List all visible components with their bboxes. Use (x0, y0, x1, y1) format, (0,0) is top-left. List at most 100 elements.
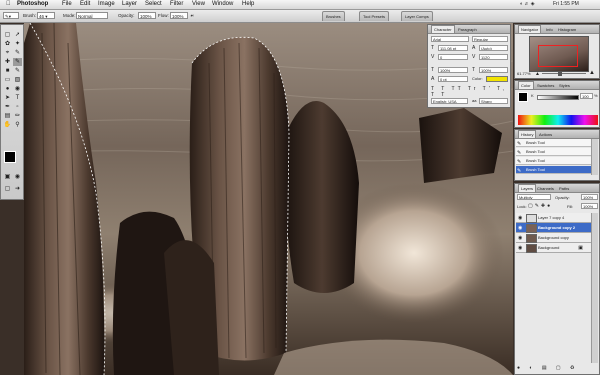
menu-help[interactable]: Help (242, 1, 254, 8)
opacity-input[interactable]: 100% (138, 12, 156, 19)
menu-edit[interactable]: Edit (80, 1, 90, 8)
layer-row[interactable]: ◉ Background copy (516, 233, 591, 243)
type-tool-icon[interactable]: T (13, 94, 22, 102)
kerning-input[interactable]: 0 (438, 54, 468, 60)
healing-brush-tool-icon[interactable]: ✚ (3, 58, 12, 66)
quick-mask-icon[interactable]: ◉ (13, 173, 22, 181)
magic-wand-tool-icon[interactable]: ✦ (13, 40, 22, 48)
apple-menu-icon[interactable]:  (6, 1, 11, 8)
move-tool-icon[interactable]: ➚ (13, 31, 22, 39)
menu-window[interactable]: Window (212, 1, 233, 8)
layers-footer-buttons[interactable]: ● ◐ ▤ ▢ ♻ (517, 365, 597, 372)
vertical-scale-input[interactable]: 100% (438, 67, 468, 73)
visibility-icon[interactable]: ◉ (518, 235, 524, 241)
eraser-tool-icon[interactable]: ▭ (3, 76, 12, 84)
zoom-slider-thumb[interactable] (558, 71, 562, 76)
well-tab-layer-comps[interactable]: Layer Comps (401, 11, 433, 21)
channel-value-input[interactable]: 100 (580, 93, 593, 99)
gradient-tool-icon[interactable]: ▧ (13, 76, 22, 84)
menu-image[interactable]: Image (98, 1, 115, 8)
dodge-tool-icon[interactable]: ◉ (13, 85, 22, 93)
font-style-select[interactable]: Regular (472, 36, 508, 42)
brush-tool-icon[interactable]: ✎ (13, 58, 22, 66)
visibility-icon[interactable]: ◉ (518, 225, 524, 231)
history-item[interactable]: Brush Tool (516, 148, 591, 156)
text-color-swatch[interactable] (486, 76, 508, 82)
tab-paragraph[interactable]: Paragraph (456, 26, 479, 33)
mode-select[interactable]: Normal (76, 12, 108, 19)
status-menu-icons[interactable]: ◐ ♬ ◈ (520, 1, 535, 8)
notes-tool-icon[interactable]: ▤ (3, 112, 12, 120)
layer-row[interactable]: ◉ Background ▣ (516, 243, 591, 253)
tracking-input[interactable]: 1120 (479, 54, 508, 60)
menu-app-photoshop[interactable]: Photoshop (17, 1, 48, 8)
font-family-select[interactable]: Arial (431, 36, 469, 42)
tab-actions[interactable]: Actions (537, 131, 554, 138)
color-ramp[interactable] (518, 115, 598, 125)
menu-clock[interactable]: Fri 1:55 PM (553, 1, 579, 8)
path-selection-tool-icon[interactable]: ➤ (3, 94, 12, 102)
screen-mode-icon[interactable]: ▢ (3, 185, 12, 193)
tab-histogram[interactable]: Histogram (556, 26, 578, 33)
well-tab-tool-presets[interactable]: Tool Presets (359, 11, 390, 21)
well-tab-brushes[interactable]: Brushes (322, 11, 345, 21)
zoom-tool-icon[interactable]: ⚲ (13, 121, 22, 129)
tab-layers[interactable]: Layers (518, 184, 537, 192)
history-scrollbar[interactable] (591, 139, 598, 175)
visibility-icon[interactable]: ◉ (518, 215, 524, 221)
zoom-slider[interactable] (542, 71, 586, 76)
layer-row-selected[interactable]: ◉ Background copy 2 (516, 223, 591, 233)
menu-layer[interactable]: Layer (122, 1, 137, 8)
pen-tool-icon[interactable]: ✒ (3, 103, 12, 111)
layer-opacity-input[interactable]: 100% (581, 194, 598, 200)
blur-tool-icon[interactable]: ● (3, 85, 12, 93)
text-style-buttons[interactable]: T T TT Tr T' T, T T (431, 86, 508, 98)
hand-tool-icon[interactable]: ✋ (3, 121, 12, 129)
tab-navigator[interactable]: Navigator (518, 25, 542, 33)
brush-picker[interactable]: 46 ▾ (37, 12, 55, 19)
flow-input[interactable]: 100% (170, 12, 188, 19)
tab-history[interactable]: History (518, 130, 537, 138)
tab-channels[interactable]: Channels (535, 185, 556, 192)
marquee-tool-icon[interactable]: ▢ (3, 31, 12, 39)
zoom-in-icon[interactable]: ▲ (589, 70, 595, 76)
tab-swatches[interactable]: Swatches (535, 82, 556, 89)
channel-slider[interactable] (537, 95, 579, 100)
jump-to-imageready-icon[interactable]: ➜ (13, 185, 22, 193)
leading-input[interactable]: (Auto) (479, 45, 508, 51)
shape-tool-icon[interactable]: ▫ (13, 103, 22, 111)
lock-icons[interactable]: ▢✎✚● (528, 203, 552, 209)
layers-scrollbar[interactable] (591, 213, 598, 363)
anti-alias-select[interactable]: Sharp (479, 98, 508, 104)
tab-paths[interactable]: Paths (557, 185, 571, 192)
tab-character[interactable]: Character (431, 25, 455, 33)
menu-file[interactable]: File (62, 1, 72, 8)
tool-preset-picker[interactable]: ✎▾ (3, 12, 19, 19)
navigator-thumbnail[interactable] (529, 36, 589, 72)
blend-mode-select[interactable]: Multiply (517, 194, 551, 200)
visibility-icon[interactable]: ◉ (518, 245, 524, 251)
layer-row[interactable]: ◉ Layer 7 copy 4 (516, 213, 591, 223)
history-brush-tool-icon[interactable]: ✎ (13, 67, 22, 75)
baseline-shift-input[interactable]: 0 pt (438, 76, 468, 82)
history-item[interactable]: Brush Tool (516, 157, 591, 165)
tab-color[interactable]: Color (518, 81, 534, 89)
tab-styles[interactable]: Styles (557, 82, 572, 89)
clone-stamp-tool-icon[interactable]: ■ (3, 67, 12, 75)
menu-select[interactable]: Select (145, 1, 162, 8)
menu-view[interactable]: View (192, 1, 205, 8)
slice-tool-icon[interactable]: ✎ (13, 49, 22, 57)
font-size-input[interactable]: 111.08 pt (438, 45, 468, 51)
standard-mode-icon[interactable]: ▣ (3, 173, 12, 181)
zoom-out-icon[interactable]: ▲ (535, 71, 540, 77)
eyedropper-tool-icon[interactable]: ✏ (13, 112, 22, 120)
airbrush-icon[interactable]: ☙ (190, 12, 198, 19)
horizontal-scale-input[interactable]: 100% (479, 67, 508, 73)
navigator-view-box[interactable] (538, 45, 578, 67)
lasso-tool-icon[interactable]: ✿ (3, 40, 12, 48)
color-foreground-swatch[interactable] (518, 92, 528, 102)
navigator-zoom-value[interactable]: 61.77% (517, 71, 531, 76)
layer-fill-input[interactable]: 100% (581, 203, 598, 209)
menu-filter[interactable]: Filter (170, 1, 183, 8)
history-item[interactable]: Brush Tool (516, 139, 591, 147)
